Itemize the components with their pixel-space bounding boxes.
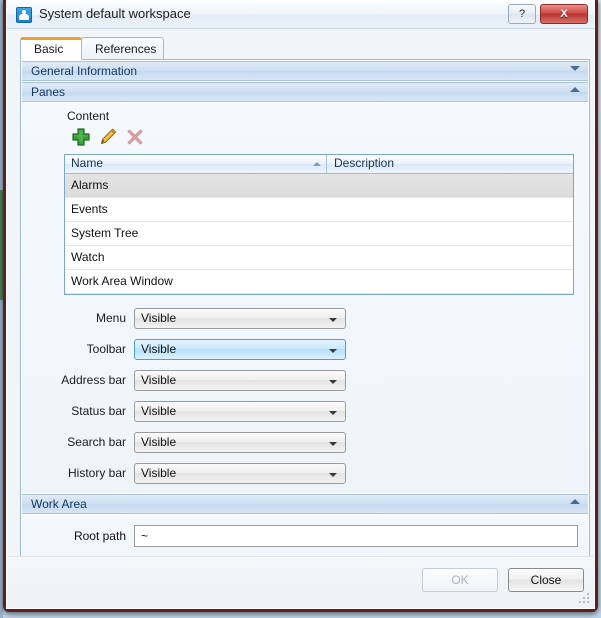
option-row-history-bar: History bar Visible	[22, 463, 588, 484]
label-root-path: Root path	[73, 529, 126, 543]
cell-name: Watch	[71, 250, 105, 264]
dropdown-toolbar-value: Visible	[141, 342, 177, 356]
help-button[interactable]: ?	[508, 4, 536, 24]
table-row[interactable]: Work Area Window	[65, 270, 573, 294]
option-row-menu: Menu Visible	[22, 308, 588, 329]
label-history-bar: History bar	[67, 466, 126, 480]
dropdown-status-bar[interactable]: Visible	[134, 401, 346, 422]
chevron-down-icon	[329, 411, 337, 415]
panes-body: Content Name Description Alarms Events S…	[22, 103, 588, 493]
close-window-button[interactable]: X	[540, 4, 588, 24]
chevron-up-icon	[570, 499, 580, 504]
chevron-down-icon	[329, 473, 337, 477]
dialog-footer: OK Close	[7, 556, 594, 608]
option-row-search-bar: Search bar Visible	[22, 432, 588, 453]
label-status-bar: Status bar	[71, 404, 126, 418]
dropdown-search-bar[interactable]: Visible	[134, 432, 346, 453]
dropdown-toolbar[interactable]: Visible	[134, 339, 346, 360]
workspace-icon	[16, 7, 32, 23]
dropdown-search-bar-value: Visible	[141, 435, 177, 449]
section-general-information-label: General Information	[31, 64, 138, 78]
option-row-status-bar: Status bar Visible	[22, 401, 588, 422]
desktop-background: System default workspace ? X Basic Refer…	[0, 0, 601, 618]
cell-name: Alarms	[71, 178, 109, 192]
edit-icon[interactable]	[97, 126, 119, 148]
table-row[interactable]: Events	[65, 198, 573, 222]
section-general-information[interactable]: General Information	[22, 61, 588, 81]
option-row-toolbar: Toolbar Visible	[22, 339, 588, 360]
table-row[interactable]: Watch	[65, 246, 573, 270]
dropdown-history-bar-value: Visible	[141, 466, 177, 480]
dropdown-menu-value: Visible	[141, 311, 177, 325]
dropdown-status-bar-value: Visible	[141, 404, 177, 418]
content-label: Content	[67, 109, 110, 123]
label-menu: Menu	[95, 311, 126, 325]
tab-panel-basic: General Information Panes Content Name D…	[20, 59, 590, 579]
ok-button[interactable]: OK	[422, 568, 498, 592]
close-button[interactable]: Close	[508, 568, 584, 592]
label-toolbar: Toolbar	[86, 342, 126, 356]
dropdown-history-bar[interactable]: Visible	[134, 463, 346, 484]
sort-ascending-icon	[313, 162, 321, 166]
resize-grip[interactable]	[578, 592, 591, 605]
label-address-bar: Address bar	[61, 373, 126, 387]
cell-name: System Tree	[71, 226, 139, 240]
dropdown-address-bar-value: Visible	[141, 373, 177, 387]
dialog-window: System default workspace ? X Basic Refer…	[3, 0, 598, 612]
chevron-down-icon	[329, 442, 337, 446]
section-work-area-label: Work Area	[31, 497, 87, 511]
chevron-down-icon	[329, 380, 337, 384]
chevron-down-icon	[329, 318, 337, 322]
dialog-content: Basic References General Information Pan…	[7, 29, 594, 608]
cell-name: Work Area Window	[71, 274, 173, 288]
delete-icon	[124, 126, 146, 148]
label-search-bar: Search bar	[67, 435, 126, 449]
option-row-address-bar: Address bar Visible	[22, 370, 588, 391]
column-header-name[interactable]: Name	[65, 155, 327, 173]
column-header-description[interactable]: Description	[328, 155, 573, 173]
chevron-up-icon	[570, 87, 580, 92]
dialog-inner: System default workspace ? X Basic Refer…	[6, 0, 595, 609]
section-panes-label: Panes	[31, 85, 66, 99]
tab-references[interactable]: References	[81, 37, 164, 60]
section-work-area[interactable]: Work Area	[22, 494, 588, 514]
root-path-input[interactable]: ~	[134, 525, 578, 547]
dropdown-address-bar[interactable]: Visible	[134, 370, 346, 391]
cell-name: Events	[71, 202, 108, 216]
chevron-down-icon	[329, 349, 337, 353]
window-title: System default workspace	[39, 6, 191, 21]
table-row[interactable]: System Tree	[65, 222, 573, 246]
dropdown-menu[interactable]: Visible	[134, 308, 346, 329]
section-panes[interactable]: Panes	[22, 82, 588, 102]
tab-basic[interactable]: Basic	[20, 37, 82, 60]
add-icon[interactable]	[70, 126, 92, 148]
table-header: Name Description	[65, 155, 573, 174]
table-row[interactable]: Alarms	[65, 174, 573, 198]
chevron-down-icon	[570, 66, 580, 71]
title-bar: System default workspace ? X	[7, 1, 594, 29]
tab-strip: Basic References	[20, 37, 590, 61]
panes-table[interactable]: Name Description Alarms Events System Tr…	[64, 154, 574, 295]
